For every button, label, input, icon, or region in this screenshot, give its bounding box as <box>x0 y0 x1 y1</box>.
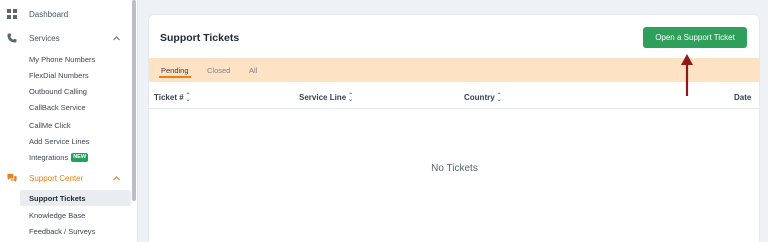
column-country[interactable]: Country ⌃ ⌄ <box>464 92 502 103</box>
sidebar-item-outbound-calling[interactable]: Outbound Calling <box>20 83 131 99</box>
sort-icon: ⌃ ⌄ <box>496 92 502 103</box>
sidebar-item-knowledge-base[interactable]: Knowledge Base <box>20 207 131 223</box>
sidebar-item-support-center[interactable]: Support Center <box>0 168 132 188</box>
new-badge: NEW <box>71 152 89 162</box>
sort-icon: ⌃ ⌄ <box>348 92 354 103</box>
sidebar: Dashboard Services My Phone Numbers Flex… <box>0 0 138 242</box>
sidebar-item-add-service-lines[interactable]: Add Service Lines <box>20 133 131 149</box>
empty-state-text: No Tickets <box>431 163 478 174</box>
sidebar-item-support-tickets[interactable]: Support Tickets <box>20 190 131 206</box>
column-ticket-number[interactable]: Ticket # ⌃ ⌄ <box>154 92 191 103</box>
sidebar-item-callback-service[interactable]: CallBack Service <box>20 99 131 115</box>
table-header: Ticket # ⌃ ⌄ Service Line ⌃ ⌄ Country ⌃ ⌄ D… <box>149 87 760 109</box>
sort-icon: ⌃ ⌄ <box>185 92 191 103</box>
chat-icon <box>7 173 17 183</box>
annotation-arrow-icon <box>681 54 693 96</box>
sidebar-item-callme-click[interactable]: CallMe Click <box>20 117 131 133</box>
sidebar-item-services[interactable]: Services <box>0 28 132 48</box>
sidebar-scrollbar[interactable] <box>132 0 136 201</box>
status-tabs: Pending Closed All <box>149 58 760 82</box>
sidebar-item-label: Support Center <box>29 173 84 183</box>
tab-closed[interactable]: Closed <box>207 58 230 82</box>
sidebar-item-dashboard[interactable]: Dashboard <box>0 4 132 24</box>
open-support-ticket-button[interactable]: Open a Support Ticket <box>643 27 747 48</box>
column-date[interactable]: Date <box>734 93 751 102</box>
tab-all[interactable]: All <box>249 58 257 82</box>
tab-pending[interactable]: Pending <box>159 58 191 82</box>
page-title: Support Tickets <box>160 32 240 44</box>
support-tickets-card: Support Tickets Open a Support Ticket Pe… <box>148 14 760 242</box>
phone-icon <box>7 33 17 43</box>
sidebar-item-flexdial-numbers[interactable]: FlexDial Numbers <box>20 67 131 83</box>
sidebar-item-label: Services <box>29 33 60 43</box>
dashboard-icon <box>7 9 17 19</box>
chevron-up-icon[interactable] <box>113 34 120 43</box>
chevron-up-icon[interactable] <box>113 174 120 183</box>
sidebar-item-my-phone-numbers[interactable]: My Phone Numbers <box>20 51 131 67</box>
column-service-line[interactable]: Service Line ⌃ ⌄ <box>299 92 354 103</box>
sidebar-item-feedback-surveys[interactable]: Feedback / Surveys <box>20 223 131 239</box>
sidebar-item-integrations[interactable]: Integrations NEW <box>20 149 131 165</box>
sidebar-item-label: Dashboard <box>29 9 69 19</box>
